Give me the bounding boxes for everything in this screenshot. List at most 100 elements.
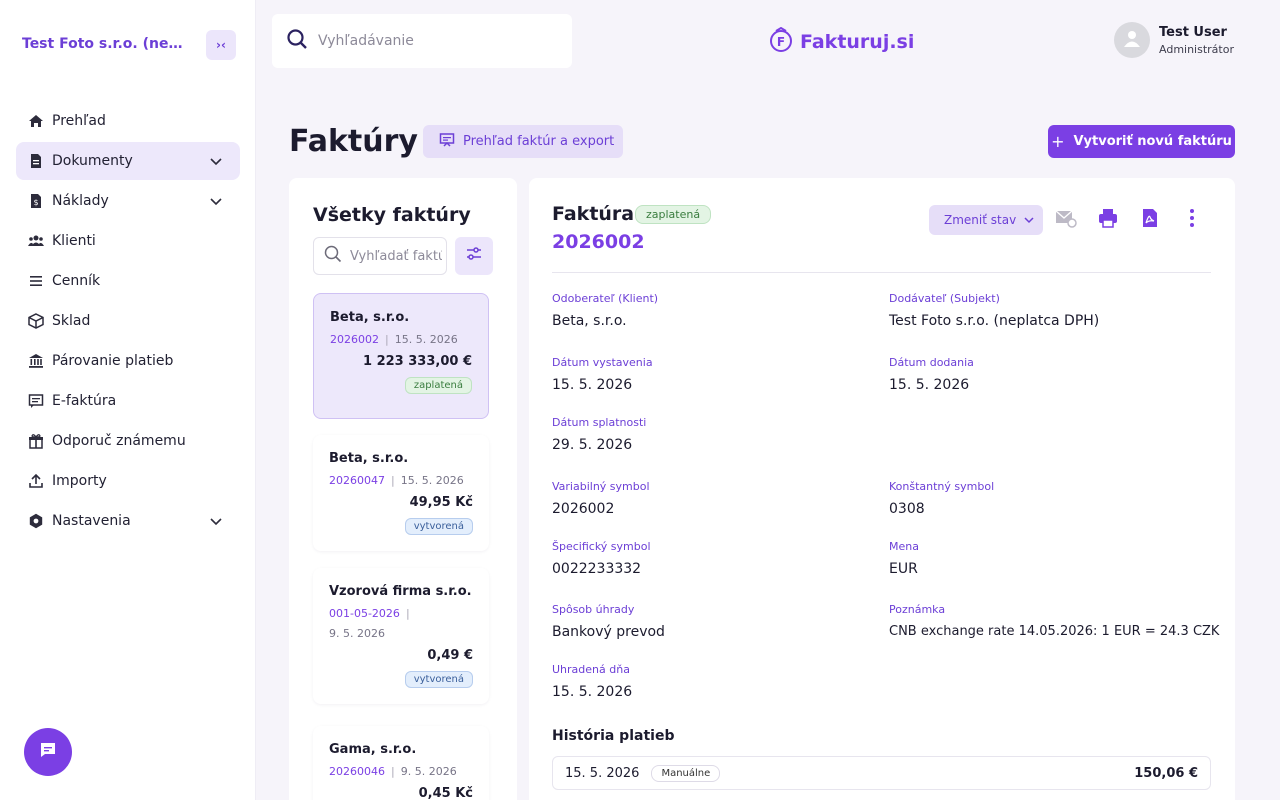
avatar xyxy=(1114,22,1150,58)
field-label: Špecifický symbol xyxy=(552,540,651,553)
field-value: Beta, s.r.o. xyxy=(552,313,627,329)
gear-icon xyxy=(28,513,44,529)
card-amount: 0,49 € xyxy=(427,648,473,663)
download-pdf-button[interactable] xyxy=(1138,208,1162,232)
sidebar-item-odporuc[interactable]: Odporuč známemu xyxy=(16,422,240,460)
sidebar-item-klienti[interactable]: Klienti xyxy=(16,222,240,260)
card-date: 15. 5. 2026 xyxy=(394,333,458,346)
home-icon xyxy=(28,113,44,129)
svg-text:$: $ xyxy=(33,198,38,207)
invoice-card[interactable]: Vzorová firma s.r.o. 001-05-2026 | 9. 5. 2… xyxy=(313,568,489,704)
payment-history-row: 15. 5. 2026 Manuálne 150,06 € xyxy=(552,756,1211,790)
field-supplier: Dodávateľ (Subjekt) Test Foto s.r.o. (ne… xyxy=(889,292,1099,329)
sidebar-nav: Prehľad Dokumenty $ Náklady Klienti Cenn… xyxy=(16,102,240,542)
meta-separator: | xyxy=(405,607,410,620)
plus-icon: + xyxy=(1051,132,1065,151)
send-email-button[interactable] xyxy=(1054,208,1078,232)
card-date: 9. 5. 2026 xyxy=(329,627,385,640)
field-variable-symbol: Variabilný symbol 2026002 xyxy=(552,480,650,517)
status-badge: zaplatená xyxy=(404,377,472,394)
field-value: 0308 xyxy=(889,501,925,517)
sidebar-item-naklady[interactable]: $ Náklady xyxy=(16,182,240,220)
field-value: 29. 5. 2026 xyxy=(552,437,633,453)
filter-button[interactable] xyxy=(455,237,493,275)
upload-icon xyxy=(28,473,44,489)
sidebar-item-sklad[interactable]: Sklad xyxy=(16,302,240,340)
company-name[interactable]: Test Foto s.r.o. (neplatca DPH) xyxy=(22,36,192,52)
search-input[interactable] xyxy=(318,33,548,49)
card-number: 2026002 xyxy=(330,333,379,346)
field-value: 15. 5. 2026 xyxy=(552,377,633,393)
field-label: Variabilný symbol xyxy=(552,480,650,493)
invoice-detail-panel: Faktúra zaplatená 2026002 Zmeniť stav Od… xyxy=(529,178,1235,800)
field-value: 15. 5. 2026 xyxy=(552,684,633,700)
status-badge: vytvorená xyxy=(404,518,473,535)
invoice-card[interactable]: Beta, s.r.o. 20260047 | 15. 5. 2026 49,95 … xyxy=(313,435,489,551)
invoice-overview-export-button[interactable]: Prehľad faktúr a export xyxy=(423,125,623,158)
card-client: Gama, s.r.o. xyxy=(329,742,417,757)
status-badge: vytvorená xyxy=(404,671,473,688)
logo-icon: F xyxy=(768,26,794,57)
chevron-down-icon[interactable] xyxy=(210,194,222,210)
print-button[interactable] xyxy=(1096,208,1120,232)
field-value: CNB exchange rate 14.05.2026: 1 EUR = 24… xyxy=(889,624,1220,639)
sidebar-item-dokumenty[interactable]: Dokumenty xyxy=(16,142,240,180)
svg-text:F: F xyxy=(777,35,785,49)
change-state-dropdown[interactable]: Zmeniť stav xyxy=(929,205,1043,235)
sidebar-item-label: Náklady xyxy=(52,193,109,209)
create-invoice-button[interactable]: + Vytvoriť novú faktúru xyxy=(1048,125,1235,158)
field-label: Mena xyxy=(889,540,919,553)
chevron-down-icon[interactable] xyxy=(210,514,222,530)
sidebar: Test Foto s.r.o. (neplatca DPH) ›‹ Prehľ… xyxy=(0,0,256,800)
sidebar-item-nastavenia[interactable]: Nastavenia xyxy=(16,502,240,540)
page-title: Faktúry xyxy=(289,124,418,159)
card-number: 20260047 xyxy=(329,474,385,487)
field-label: Dátum splatnosti xyxy=(552,416,647,429)
field-label: Spôsob úhrady xyxy=(552,603,635,616)
field-due-date: Dátum splatnosti 29. 5. 2026 xyxy=(552,416,646,453)
invoice-search xyxy=(313,237,447,275)
receipt-icon: $ xyxy=(28,193,44,209)
sidebar-item-label: Klienti xyxy=(52,233,96,249)
card-amount: 1 223 333,00 € xyxy=(363,354,472,369)
sidebar-item-importy[interactable]: Importy xyxy=(16,462,240,500)
users-icon xyxy=(28,233,44,249)
meta-separator: | xyxy=(391,765,395,778)
sliders-icon xyxy=(465,245,483,267)
email-icon xyxy=(1055,208,1077,232)
app-logo[interactable]: F Fakturuj.si xyxy=(768,26,914,57)
invoice-card[interactable]: Beta, s.r.o. 2026002 | 15. 5. 2026 1 223 3… xyxy=(313,293,489,419)
sidebar-item-cennik[interactable]: Cenník xyxy=(16,262,240,300)
user-name: Test User xyxy=(1159,24,1227,40)
card-number: 20260046 xyxy=(329,765,385,778)
sidebar-item-prehlad[interactable]: Prehľad xyxy=(16,102,240,140)
global-search xyxy=(272,14,572,68)
list-icon xyxy=(28,273,44,289)
meta-separator: | xyxy=(385,333,389,346)
user-role: Administrátor xyxy=(1159,42,1234,56)
create-button-label: Vytvoriť novú faktúru xyxy=(1073,134,1232,149)
sidebar-item-e-faktura[interactable]: E-faktúra xyxy=(16,382,240,420)
invoice-search-input[interactable] xyxy=(350,248,442,264)
more-actions-button[interactable] xyxy=(1180,208,1204,232)
field-constant-symbol: Konštantný symbol 0308 xyxy=(889,480,994,517)
user-menu[interactable]: Test User Administrátor xyxy=(1114,22,1234,58)
list-title: Všetky faktúry xyxy=(313,204,471,226)
chat-button[interactable] xyxy=(24,728,72,776)
presentation-icon xyxy=(439,132,455,152)
chevron-down-icon[interactable] xyxy=(210,154,222,170)
card-number: 001-05-2026 xyxy=(329,607,400,620)
invoice-list-panel: Všetky faktúry Beta, s.r.o. 2026002 | 15. … xyxy=(289,178,517,800)
invoice-card[interactable]: Gama, s.r.o. 20260046 | 9. 5. 2026 0,45 Kč xyxy=(313,726,489,800)
field-note: Poznámka CNB exchange rate 14.05.2026: 1… xyxy=(889,603,1219,639)
field-value: 15. 5. 2026 xyxy=(889,377,970,393)
gift-icon xyxy=(28,433,44,449)
field-value: 2026002 xyxy=(552,501,615,517)
collapse-sidebar-button[interactable]: ›‹ xyxy=(206,30,236,60)
sidebar-item-parovanie-platieb[interactable]: Párovanie platieb xyxy=(16,342,240,380)
sidebar-item-label: Nastavenia xyxy=(52,513,131,529)
sidebar-item-label: Importy xyxy=(52,473,107,489)
more-vertical-icon xyxy=(1189,208,1195,232)
field-label: Dodávateľ (Subjekt) xyxy=(889,292,1000,305)
document-icon xyxy=(28,153,44,169)
